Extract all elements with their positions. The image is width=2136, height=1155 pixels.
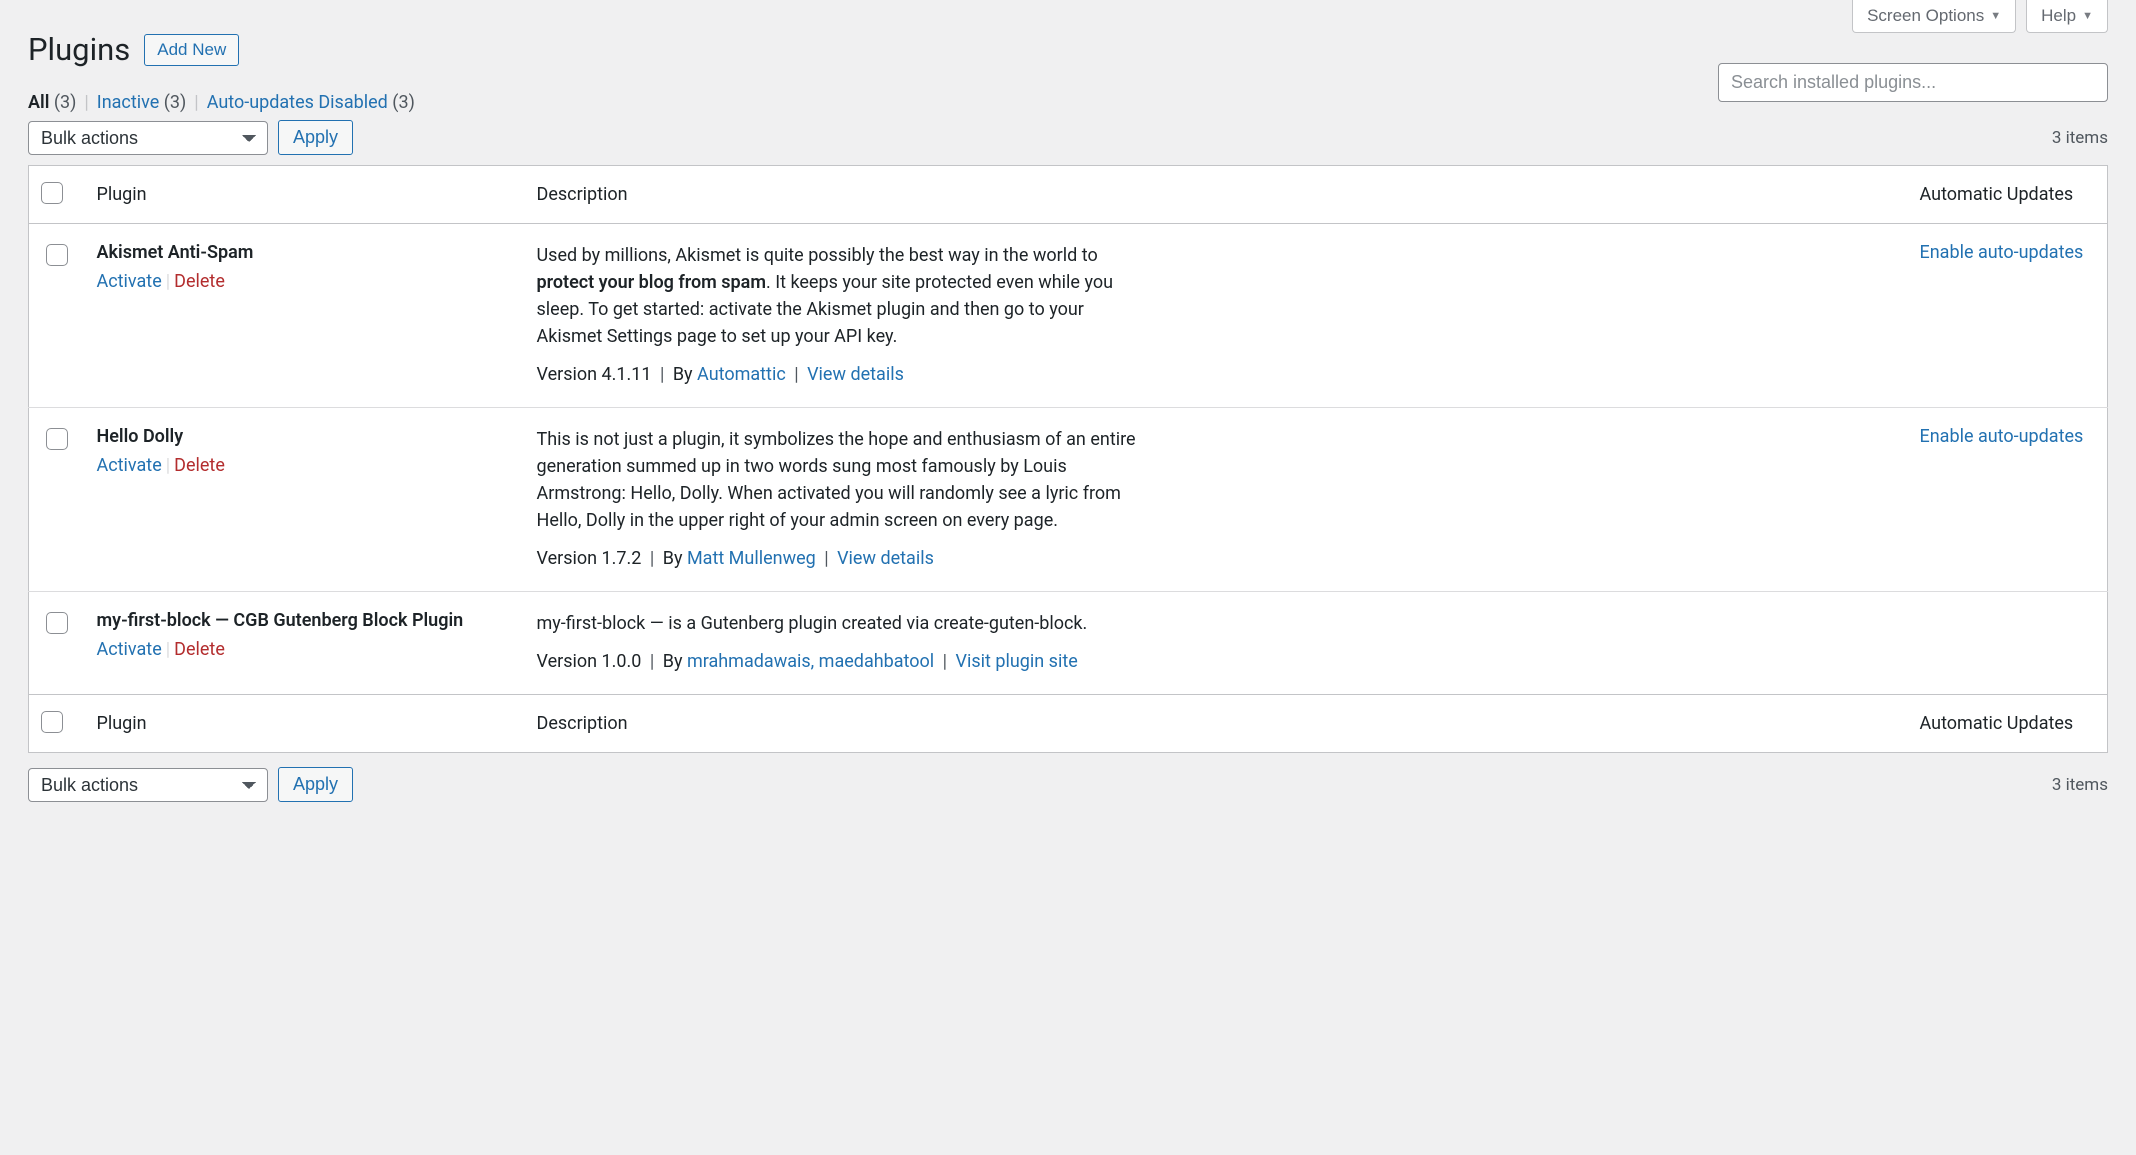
- delete-link[interactable]: Delete: [174, 455, 225, 476]
- plugin-details-link[interactable]: Visit plugin site: [956, 651, 1078, 672]
- plugin-version: Version 1.0.0: [537, 651, 642, 672]
- activate-link[interactable]: Activate: [97, 271, 162, 292]
- plugin-name: my-first-block — CGB Gutenberg Block Plu…: [97, 610, 513, 631]
- filter-all-link[interactable]: All: [28, 92, 49, 113]
- items-count-top: 3 items: [2052, 128, 2108, 148]
- plugin-meta: Version 4.1.11 | By Automattic | View de…: [537, 364, 1896, 385]
- filter-all-count: (3): [54, 92, 77, 113]
- filter-inactive-link[interactable]: Inactive: [97, 92, 159, 113]
- bulk-actions-select-bottom[interactable]: Bulk actions: [28, 768, 268, 802]
- plugin-description: This is not just a plugin, it symbolizes…: [537, 426, 1147, 534]
- activate-link[interactable]: Activate: [97, 455, 162, 476]
- plugin-author-link[interactable]: Automattic: [697, 364, 786, 385]
- chevron-down-icon: ▼: [1990, 10, 2001, 22]
- chevron-down-icon: ▼: [2082, 10, 2093, 22]
- plugin-version: Version 1.7.2: [537, 548, 642, 569]
- delete-link[interactable]: Delete: [174, 639, 225, 660]
- plugin-meta: Version 1.7.2 | By Matt Mullenweg | View…: [537, 548, 1896, 569]
- enable-auto-updates-link[interactable]: Enable auto-updates: [1920, 242, 2084, 263]
- plugins-table: Plugin Description Automatic Updates Aki…: [28, 165, 2108, 753]
- table-row: Hello DollyActivate|DeleteThis is not ju…: [29, 408, 2108, 592]
- row-checkbox[interactable]: [46, 612, 68, 634]
- delete-link[interactable]: Delete: [174, 271, 225, 292]
- column-description-footer: Description: [525, 695, 1908, 753]
- row-checkbox[interactable]: [46, 428, 68, 450]
- apply-button-bottom[interactable]: Apply: [278, 767, 353, 802]
- items-count-bottom: 3 items: [2052, 775, 2108, 795]
- column-plugin-header: Plugin: [85, 166, 525, 224]
- filter-auto-disabled-count: (3): [392, 92, 415, 113]
- help-label: Help: [2041, 6, 2076, 26]
- help-button[interactable]: Help ▼: [2026, 0, 2108, 33]
- table-row: my-first-block — CGB Gutenberg Block Plu…: [29, 592, 2108, 695]
- column-plugin-footer: Plugin: [85, 695, 525, 753]
- row-checkbox[interactable]: [46, 244, 68, 266]
- filter-auto-disabled-link[interactable]: Auto-updates Disabled: [207, 92, 388, 113]
- plugin-name: Hello Dolly: [97, 426, 513, 447]
- column-description-header: Description: [525, 166, 1908, 224]
- select-all-top-checkbox[interactable]: [41, 182, 63, 204]
- table-row: Akismet Anti-SpamActivate|DeleteUsed by …: [29, 224, 2108, 408]
- bulk-actions-select[interactable]: Bulk actions: [28, 121, 268, 155]
- select-all-bottom-checkbox[interactable]: [41, 711, 63, 733]
- plugin-author-link[interactable]: Matt Mullenweg: [687, 548, 816, 569]
- column-auto-updates-footer: Automatic Updates: [1908, 695, 2108, 753]
- page-title: Plugins: [28, 31, 130, 68]
- apply-button-top[interactable]: Apply: [278, 120, 353, 155]
- column-auto-updates-header: Automatic Updates: [1908, 166, 2108, 224]
- plugin-details-link[interactable]: View details: [837, 548, 934, 569]
- add-new-button[interactable]: Add New: [144, 34, 239, 66]
- plugin-details-link[interactable]: View details: [807, 364, 904, 385]
- enable-auto-updates-link[interactable]: Enable auto-updates: [1920, 426, 2084, 447]
- filter-inactive-count: (3): [164, 92, 187, 113]
- plugin-author-link[interactable]: mrahmadawais, maedahbatool: [687, 651, 934, 672]
- screen-options-button[interactable]: Screen Options ▼: [1852, 0, 2016, 33]
- plugin-description: Used by millions, Akismet is quite possi…: [537, 242, 1147, 350]
- plugin-version: Version 4.1.11: [537, 364, 652, 385]
- search-input[interactable]: [1718, 63, 2108, 102]
- plugin-description: my-first-block — is a Gutenberg plugin c…: [537, 610, 1147, 637]
- plugin-name: Akismet Anti-Spam: [97, 242, 513, 263]
- screen-options-label: Screen Options: [1867, 6, 1984, 26]
- activate-link[interactable]: Activate: [97, 639, 162, 660]
- plugin-meta: Version 1.0.0 | By mrahmadawais, maedahb…: [537, 651, 1896, 672]
